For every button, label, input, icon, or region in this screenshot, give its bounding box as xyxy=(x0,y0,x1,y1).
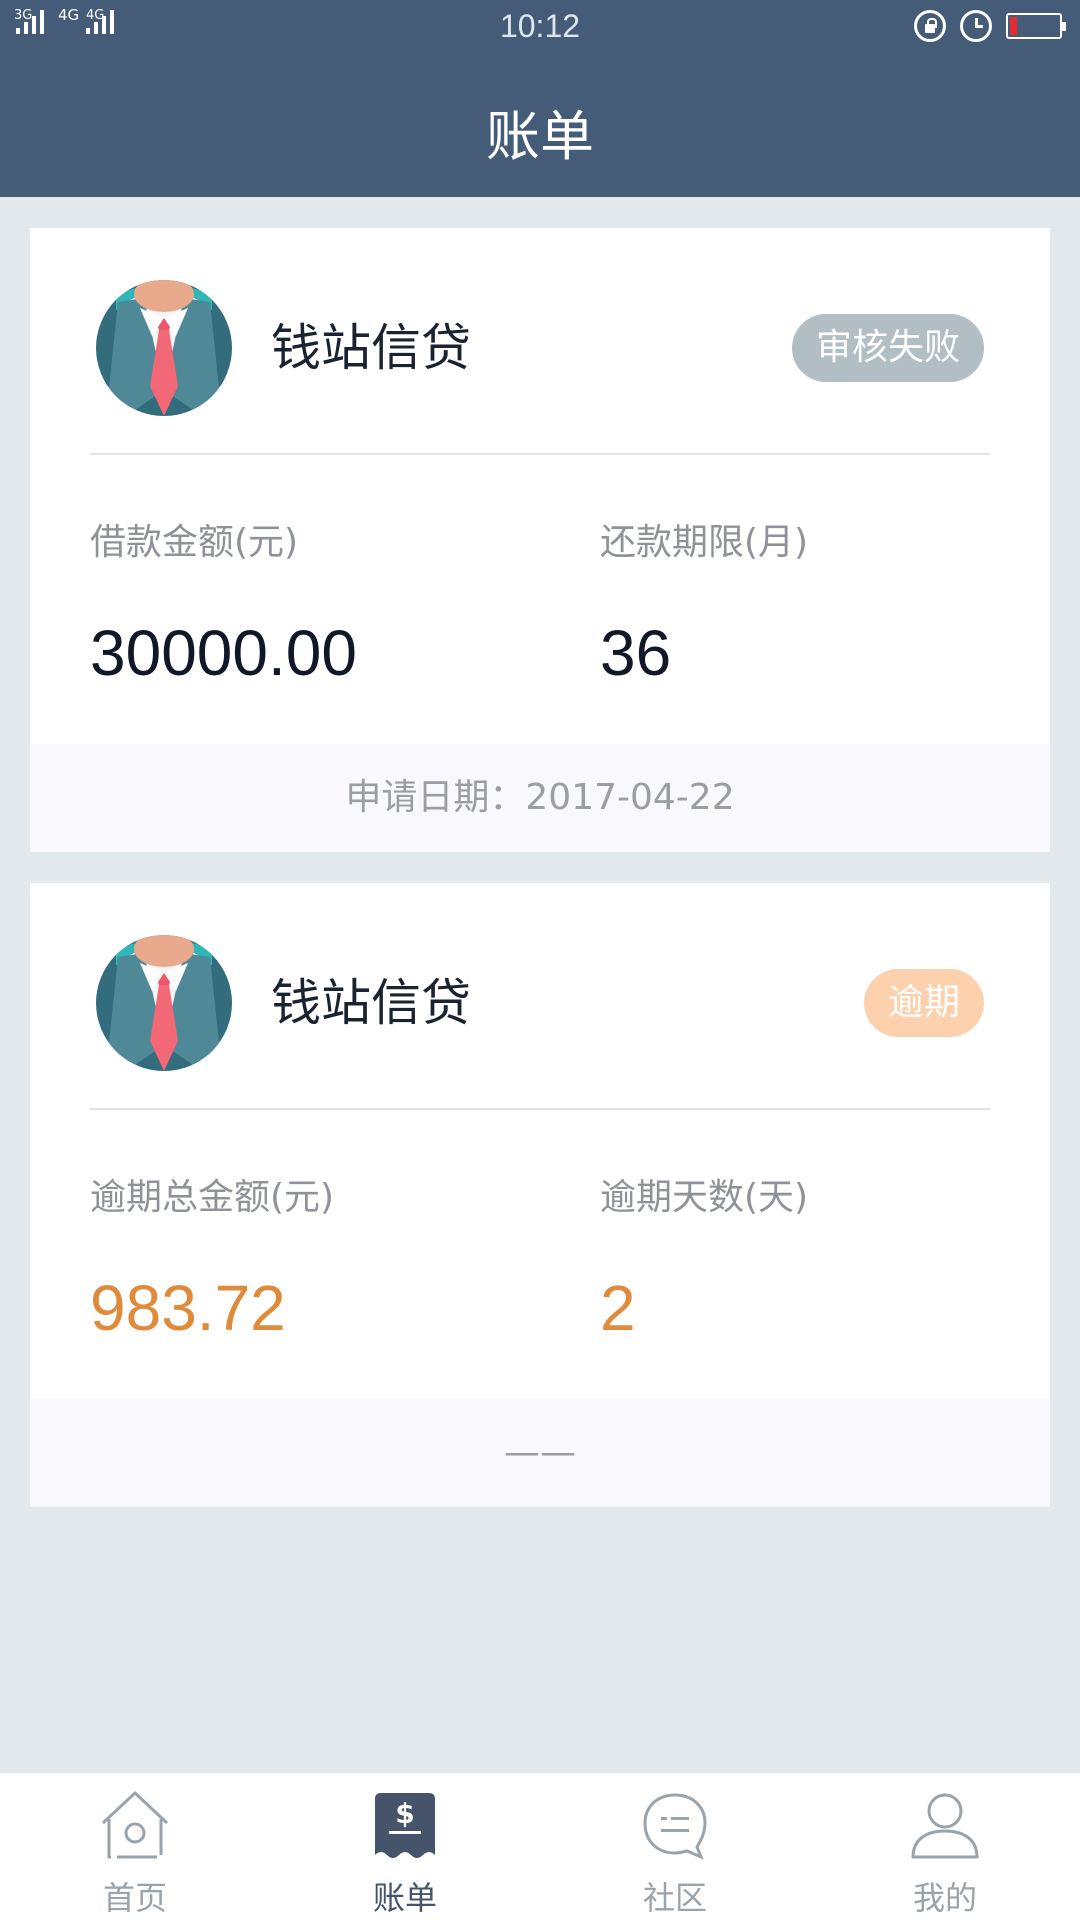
card-footer-placeholder: —— xyxy=(30,1399,1050,1507)
lender-avatar-icon xyxy=(96,280,232,416)
status-badge: 逾期 xyxy=(864,969,984,1037)
tab-label: 社区 xyxy=(642,1879,707,1917)
status-icons xyxy=(914,10,1066,42)
battery-icon xyxy=(1006,13,1066,39)
overdue-amount-value: 983.72 xyxy=(90,1272,286,1344)
page-title: 账单 xyxy=(486,105,594,168)
lender-avatar-icon xyxy=(96,935,232,1071)
bottom-tab-bar: 首页 $ 账单 社区 我的 xyxy=(0,1773,1080,1920)
chat-icon xyxy=(643,1793,707,1860)
application-date: 申请日期：2017-04-22 xyxy=(30,744,1050,852)
repayment-term-value: 36 xyxy=(600,617,672,689)
person-icon xyxy=(911,1793,979,1859)
loan-amount-value: 30000.00 xyxy=(90,617,357,689)
lender-name: 钱站信贷 xyxy=(271,974,471,1032)
divider xyxy=(90,453,990,455)
status-badge: 审核失败 xyxy=(792,314,984,382)
tab-label: 我的 xyxy=(912,1879,977,1917)
app-header: 3G 4G 4G 10:12 账单 xyxy=(0,0,1080,197)
rotation-lock-icon xyxy=(914,10,946,42)
battery-level xyxy=(1010,17,1017,35)
divider xyxy=(90,1108,990,1110)
status-bar: 3G 4G 4G 10:12 xyxy=(0,0,1080,56)
overdue-amount-label: 逾期总金额(元) xyxy=(90,1177,335,1218)
alarm-icon xyxy=(960,10,992,42)
bill-card[interactable]: 钱站信贷 逾期 逾期总金额(元) 逾期天数(天) 983.72 2 —— xyxy=(30,883,1050,1507)
overdue-days-value: 2 xyxy=(600,1272,636,1344)
tab-label: 账单 xyxy=(372,1879,437,1917)
tab-label: 首页 xyxy=(102,1879,167,1917)
tab-bills[interactable]: $ 账单 xyxy=(270,1773,540,1920)
svg-text:$: $ xyxy=(395,1797,414,1830)
repayment-term-label: 还款期限(月) xyxy=(600,522,809,563)
bill-icon: $ xyxy=(375,1793,435,1858)
lender-name: 钱站信贷 xyxy=(271,319,471,377)
loan-amount-label: 借款金额(元) xyxy=(90,522,299,563)
home-icon xyxy=(101,1791,169,1859)
tab-home[interactable]: 首页 xyxy=(0,1773,270,1920)
overdue-days-label: 逾期天数(天) xyxy=(600,1177,809,1218)
tab-community[interactable]: 社区 xyxy=(540,1773,810,1920)
bill-card[interactable]: 钱站信贷 审核失败 借款金额(元) 还款期限(月) 30000.00 36 申请… xyxy=(30,228,1050,852)
tab-me[interactable]: 我的 xyxy=(810,1773,1080,1920)
